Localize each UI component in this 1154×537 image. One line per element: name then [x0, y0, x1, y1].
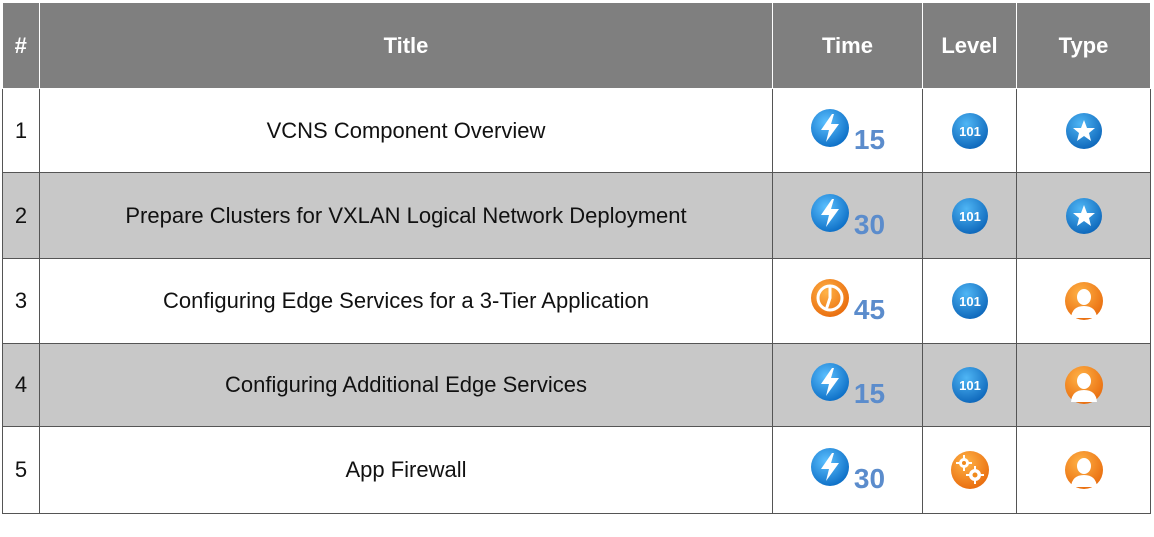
- row-level: 101: [922, 258, 1017, 344]
- lab-table: # Title Time Level Type 1 VCNS Component…: [2, 2, 1151, 514]
- star-icon: [1065, 197, 1102, 234]
- time-value: 45: [853, 294, 886, 325]
- lightning-icon: [810, 108, 849, 147]
- row-level: 101: [922, 343, 1017, 427]
- row-title: Prepare Clusters for VXLAN Logical Netwo…: [39, 172, 773, 259]
- star-icon: [1065, 112, 1102, 149]
- header-type: Type: [1016, 2, 1151, 89]
- person-icon: [1064, 451, 1103, 489]
- time-value: 30: [853, 208, 886, 240]
- row-title: App Firewall: [39, 426, 773, 514]
- row-number: 3: [2, 258, 40, 344]
- person-icon: [1064, 366, 1103, 404]
- row-time: 15: [772, 343, 923, 427]
- row-level: 101: [922, 88, 1017, 173]
- time-value: 15: [853, 123, 886, 155]
- row-type: [1016, 258, 1151, 344]
- row-level: [922, 426, 1017, 514]
- row-time: 15: [772, 88, 923, 173]
- table-row: 2 Prepare Clusters for VXLAN Logical Net…: [2, 172, 1151, 259]
- level-101-icon: 101: [951, 197, 988, 234]
- header-number: #: [2, 2, 40, 89]
- row-time: 45: [772, 258, 923, 344]
- level-101-icon: 101: [951, 112, 988, 149]
- header-title: Title: [39, 2, 773, 89]
- person-icon: [1064, 282, 1103, 320]
- row-number: 2: [2, 172, 40, 259]
- table-row: 5 App Firewall 30: [2, 426, 1151, 514]
- level-101-icon: 101: [951, 367, 988, 403]
- table-header-row: # Title Time Level Type: [2, 2, 1151, 89]
- gears-icon: [950, 451, 989, 489]
- time-value: 15: [853, 378, 886, 409]
- row-type: [1016, 426, 1151, 514]
- row-time: 30: [772, 172, 923, 259]
- row-number: 1: [2, 88, 40, 173]
- row-title: VCNS Component Overview: [39, 88, 773, 173]
- row-time: 30: [772, 426, 923, 514]
- row-title: Configuring Additional Edge Services: [39, 343, 773, 427]
- svg-text:101: 101: [959, 124, 981, 139]
- row-type: [1016, 172, 1151, 259]
- svg-text:101: 101: [959, 378, 981, 393]
- lightning-icon: [810, 448, 849, 486]
- clock-icon: [810, 279, 849, 317]
- lightning-icon: [810, 363, 849, 401]
- header-level: Level: [922, 2, 1017, 89]
- lightning-icon: [810, 193, 849, 232]
- level-101-icon: 101: [951, 283, 988, 319]
- header-time: Time: [772, 2, 923, 89]
- table-row: 3 Configuring Edge Services for a 3-Tier…: [2, 258, 1151, 344]
- row-number: 5: [2, 426, 40, 514]
- row-level: 101: [922, 172, 1017, 259]
- svg-text:101: 101: [959, 209, 981, 224]
- row-number: 4: [2, 343, 40, 427]
- table-row: 1 VCNS Component Overview 15 101: [2, 88, 1151, 173]
- row-type: [1016, 343, 1151, 427]
- row-title: Configuring Edge Services for a 3-Tier A…: [39, 258, 773, 344]
- row-type: [1016, 88, 1151, 173]
- time-value: 30: [853, 463, 886, 494]
- svg-text:101: 101: [959, 294, 981, 309]
- table-row: 4 Configuring Additional Edge Services 1…: [2, 343, 1151, 427]
